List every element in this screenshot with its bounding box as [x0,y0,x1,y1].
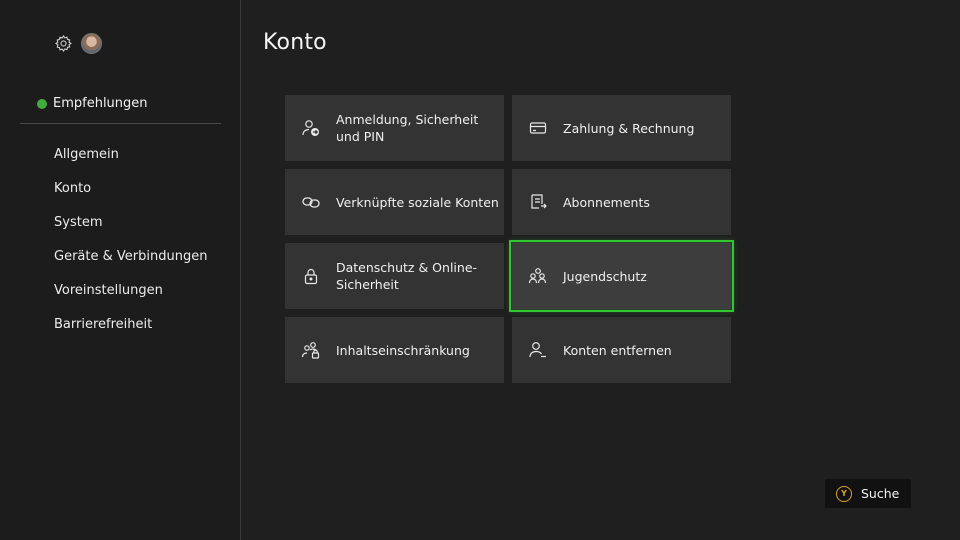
sidebar-item-account[interactable]: Konto [54,179,207,213]
tile-label: Konten entfernen [563,342,672,358]
subscription-icon [531,194,547,209]
search-button[interactable]: Y Suche [825,479,911,508]
tile-label: Datenschutz & Online-Sicherheit [336,260,478,292]
person-remove-icon [529,342,546,358]
family-icon [528,268,547,284]
sidebar-item-system[interactable]: System [54,213,207,247]
y-button-icon: Y [836,485,852,502]
link-icon [302,197,320,208]
sidebar-item-recommendations[interactable]: Empfehlungen [37,96,148,111]
tile-parental-controls[interactable]: Jugendschutz [509,240,734,312]
sidebar-item-accessibility[interactable]: Barrierefreiheit [54,315,207,349]
people-lock-icon [301,342,320,359]
sidebar-divider [20,123,221,124]
tile-label: Zahlung & Rechnung [563,120,695,136]
tile-label: Abonnements [563,194,650,210]
credit-card-icon [529,122,547,134]
tile-subscriptions[interactable]: Abonnements [512,169,731,235]
tile-label: Anmeldung, Sicherheit und PIN [336,112,479,144]
search-label: Suche [861,486,900,501]
status-dot-icon [37,98,47,109]
page-title: Konto [263,30,327,55]
tile-label: Inhaltseinschränkung [336,342,470,358]
sidebar-item-devices[interactable]: Geräte & Verbindungen [54,247,207,281]
gear-icon[interactable] [54,34,73,53]
sidebar-nav: Allgemein Konto System Geräte & Verbindu… [54,145,207,349]
tile-label: Verknüpfte soziale Konten [336,194,499,210]
tile-content-restrictions[interactable]: Inhaltseinschränkung [285,317,504,383]
sidebar-top-icons [54,33,102,54]
sidebar: Empfehlungen Allgemein Konto System Gerä… [0,0,241,540]
lock-icon [304,268,318,285]
tile-label: Jugendschutz [563,268,647,284]
tile-remove-accounts[interactable]: Konten entfernen [512,317,731,383]
tile-linked-social-accounts[interactable]: Verknüpfte soziale Konten [285,169,504,235]
sidebar-item-general[interactable]: Allgemein [54,145,207,179]
tile-payment-billing[interactable]: Zahlung & Rechnung [512,95,731,161]
sidebar-item-preferences[interactable]: Voreinstellungen [54,281,207,315]
tile-sign-in-security[interactable]: Anmeldung, Sicherheit und PIN [285,95,504,161]
person-arrow-icon [302,120,319,136]
sidebar-item-label: Empfehlungen [53,96,148,111]
avatar[interactable] [81,33,102,54]
tile-privacy-online-safety[interactable]: Datenschutz & Online-Sicherheit [285,243,504,309]
